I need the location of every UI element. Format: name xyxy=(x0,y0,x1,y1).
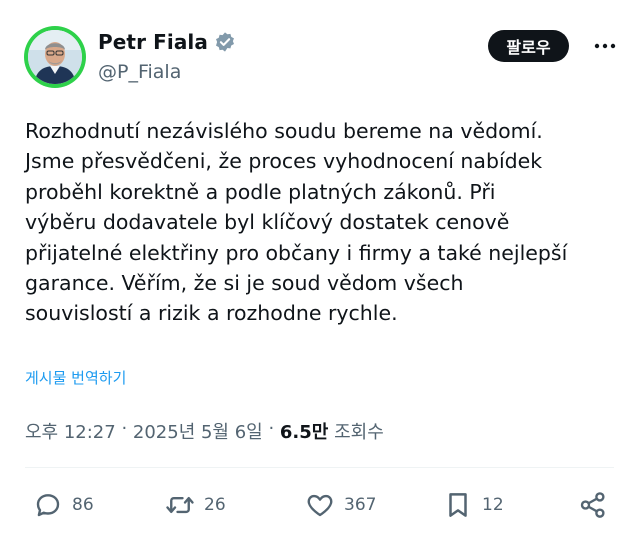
repost-count: 26 xyxy=(204,495,226,515)
avatar[interactable] xyxy=(24,26,86,88)
author-display-name[interactable]: Petr Fiala xyxy=(98,30,208,54)
follow-button[interactable]: 팔로우 xyxy=(488,30,569,62)
author-handle[interactable]: @P_Fiala xyxy=(98,61,181,83)
reply-button[interactable]: 86 xyxy=(33,483,94,527)
tweet-date[interactable]: 2025년 5월 6일 xyxy=(133,418,263,444)
like-button[interactable]: 367 xyxy=(305,483,376,527)
reply-count: 86 xyxy=(72,495,94,515)
tweet-time[interactable]: 오후 12:27 xyxy=(25,418,116,444)
repost-icon xyxy=(166,496,194,514)
translate-post-link[interactable]: 게시물 번역하기 xyxy=(25,367,126,388)
meta-separator: · xyxy=(115,418,133,439)
verified-badge-icon xyxy=(216,32,234,52)
tweet-meta: 오후 12:27 · 2025년 5월 6일 · 6.5만 조회수 xyxy=(25,418,384,444)
bookmark-icon xyxy=(449,493,467,517)
views-count: 6.5만 xyxy=(279,422,329,443)
like-count: 367 xyxy=(344,495,377,515)
author-name-row[interactable]: Petr Fiala xyxy=(98,30,236,54)
tweet-text: Rozhodnutí nezávislého soudu bereme na v… xyxy=(25,119,568,326)
more-options-icon[interactable] xyxy=(592,36,618,56)
views-label: 조회수 xyxy=(328,422,384,443)
reply-icon xyxy=(36,494,60,517)
avatar-photo xyxy=(28,30,82,84)
bookmark-button[interactable]: 12 xyxy=(443,483,504,527)
action-bar: 86 26 367 12 xyxy=(0,483,639,527)
share-button[interactable] xyxy=(578,483,608,527)
divider xyxy=(25,467,614,468)
meta-separator: · xyxy=(262,418,280,439)
bookmark-count: 12 xyxy=(482,495,504,515)
share-icon xyxy=(580,492,605,518)
heart-icon xyxy=(307,494,333,517)
repost-button[interactable]: 26 xyxy=(165,483,226,527)
